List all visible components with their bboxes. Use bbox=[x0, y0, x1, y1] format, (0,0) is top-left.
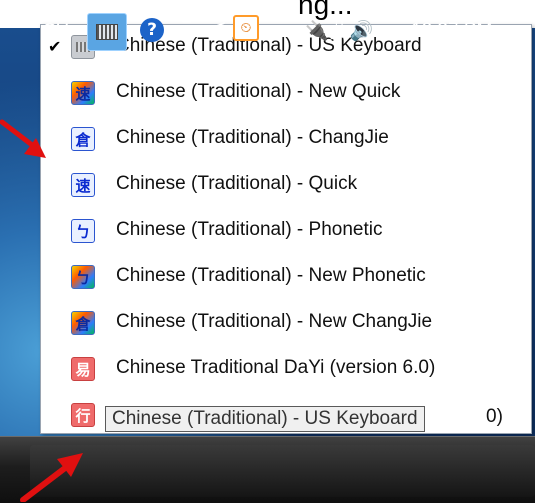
notification-area bbox=[30, 445, 535, 497]
menu-item-label-trailing: 0) bbox=[486, 406, 503, 427]
menu-item-new-quick[interactable]: 速 Chinese (Traditional) - New Quick bbox=[41, 71, 531, 117]
input-language-menu: ✔ Chinese (Traditional) - US Keyboard 速 … bbox=[40, 24, 532, 434]
menu-item-label: Chinese (Traditional) - New Quick bbox=[116, 81, 401, 102]
array-ime-icon: 行 bbox=[71, 403, 95, 427]
language-indicator[interactable]: CH bbox=[42, 20, 70, 42]
tray-icons[interactable]: 🔌🖧🔊 bbox=[305, 17, 374, 49]
phonetic-ime-icon: ㄅ bbox=[71, 219, 95, 243]
menu-item-phonetic[interactable]: ㄅ Chinese (Traditional) - Phonetic bbox=[41, 209, 531, 255]
new-phonetic-ime-icon: ㄅ bbox=[71, 265, 95, 289]
menu-item-changjie[interactable]: 倉 Chinese (Traditional) - ChangJie bbox=[41, 117, 531, 163]
menu-item-label: Chinese (Traditional) - US Keyboard bbox=[116, 35, 422, 56]
keyboard-layout-button[interactable] bbox=[87, 13, 127, 51]
clock-time[interactable]: 12:37 PM bbox=[411, 20, 492, 42]
dayi-ime-icon: 易 bbox=[71, 357, 95, 381]
clock-app-icon[interactable]: ⏲ bbox=[233, 15, 259, 41]
red-arrow-icon bbox=[20, 453, 83, 502]
menu-item-new-phonetic[interactable]: ㄅ Chinese (Traditional) - New Phonetic bbox=[41, 255, 531, 301]
menu-item-label: Chinese Traditional DaYi (version 6.0) bbox=[116, 357, 436, 378]
menu-item-label: Chinese (Traditional) - New ChangJie bbox=[116, 311, 433, 332]
quick-ime-icon: 速 bbox=[71, 173, 95, 197]
help-icon[interactable]: ? bbox=[140, 18, 164, 42]
menu-item-label: Chinese (Traditional) - ChangJie bbox=[116, 127, 389, 148]
restore-language-bar-icon[interactable]: 🗗 ▾ bbox=[182, 11, 195, 37]
menu-item-dayi[interactable]: 易 Chinese Traditional DaYi (version 6.0) bbox=[41, 347, 531, 393]
menu-item-label: Chinese (Traditional) - Quick bbox=[116, 173, 358, 194]
red-arrow-icon bbox=[0, 119, 46, 158]
changjie-ime-icon: 倉 bbox=[71, 127, 95, 151]
chevron-left-icon[interactable]: < bbox=[210, 15, 227, 39]
menu-item-label: Chinese (Traditional) - Phonetic bbox=[116, 219, 383, 240]
menu-item-label: Chinese (Traditional) - New Phonetic bbox=[116, 265, 426, 286]
menu-item-new-changjie[interactable]: 倉 Chinese (Traditional) - New ChangJie bbox=[41, 301, 531, 347]
tooltip: Chinese (Traditional) - US Keyboard bbox=[105, 406, 425, 432]
new-quick-ime-icon: 速 bbox=[71, 81, 95, 105]
new-changjie-ime-icon: 倉 bbox=[71, 311, 95, 335]
menu-item-quick[interactable]: 速 Chinese (Traditional) - Quick bbox=[41, 163, 531, 209]
